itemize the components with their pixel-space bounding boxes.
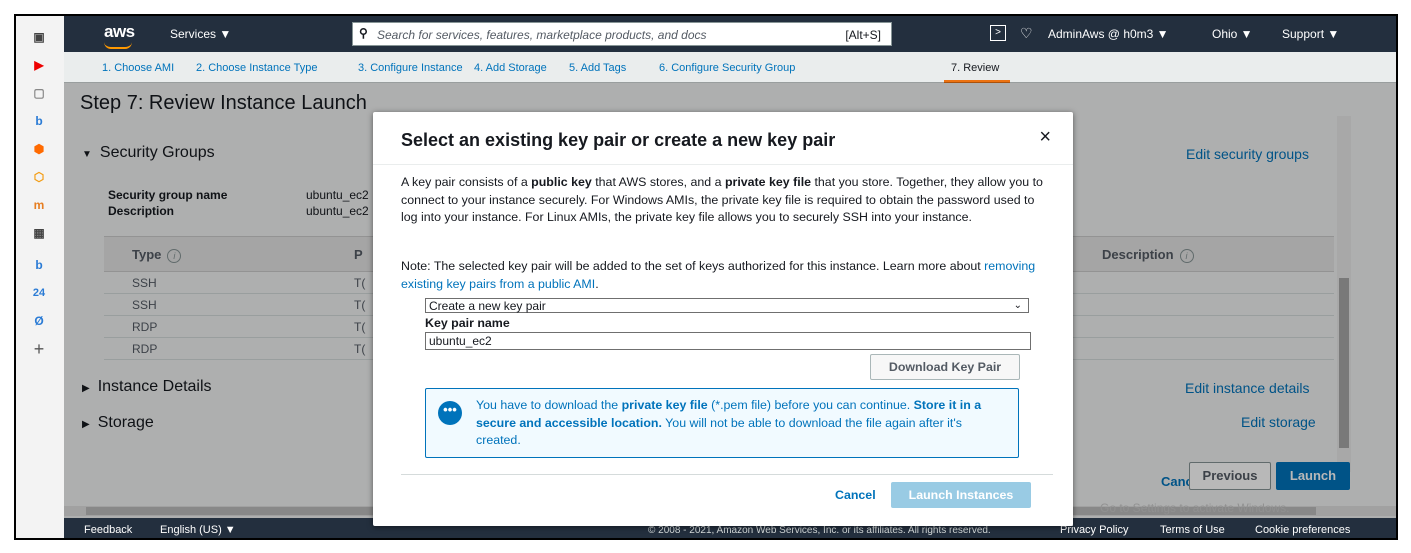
chevron-down-icon: ⌄	[1013, 300, 1022, 311]
key-pair-description: A key pair consists of a public key that…	[401, 175, 1043, 224]
key-pair-note: Note: The selected key pair will be adde…	[401, 259, 1036, 291]
tab-configure-instance[interactable]: 3. Configure Instance	[358, 62, 463, 74]
cube-icon[interactable]: ⬡	[30, 168, 48, 186]
tab-add-storage[interactable]: 4. Add Storage	[474, 62, 547, 74]
d-icon[interactable]: Ø	[30, 312, 48, 330]
tab-icon[interactable]: ▣	[30, 28, 48, 46]
region-menu[interactable]: Ohio ▼	[1212, 27, 1253, 41]
launch-instances-button[interactable]: Launch Instances	[891, 482, 1031, 508]
support-menu[interactable]: Support ▼	[1282, 27, 1339, 41]
youtube-icon[interactable]: ▶	[30, 56, 48, 74]
copyright: © 2008 - 2021, Amazon Web Services, Inc.…	[648, 525, 991, 536]
page-icon[interactable]: ▢	[30, 84, 48, 102]
tab-choose-instance-type[interactable]: 2. Choose Instance Type	[196, 62, 318, 74]
feedback-link[interactable]: Feedback	[84, 524, 132, 536]
key-pair-dialog: Select an existing key pair or create a …	[373, 112, 1073, 526]
cloudshell-icon[interactable]: >	[990, 25, 1006, 41]
search-icon: ⚲	[359, 26, 368, 40]
key-pair-select[interactable]: Create a new key pair ⌄	[425, 298, 1029, 313]
b2-icon[interactable]: b	[30, 256, 48, 274]
tab-review[interactable]: 7. Review	[951, 62, 999, 74]
box-icon[interactable]: ⬢	[30, 140, 48, 158]
search-placeholder: Search for services, features, marketpla…	[377, 28, 707, 42]
browser-frame: ▣ ▶ ▢ b ⬢ ⬡ m ▦ b 24 Ø + aws Services ▼ …	[14, 14, 1398, 540]
divider	[401, 474, 1053, 475]
search-shortcut: [Alt+S]	[845, 28, 881, 42]
select-value: Create a new key pair	[429, 299, 546, 313]
b-icon[interactable]: b	[30, 112, 48, 130]
cookie-preferences-link[interactable]: Cookie preferences	[1255, 524, 1350, 536]
top-navigation: aws Services ▼ ⚲ Search for services, fe…	[64, 16, 1396, 52]
dialog-cancel-button[interactable]: Cancel	[835, 488, 876, 502]
tab-choose-ami[interactable]: 1. Choose AMI	[102, 62, 174, 74]
alert-text: You have to download the private key fil…	[476, 398, 982, 447]
key-pair-name-label: Key pair name	[425, 316, 510, 330]
divider	[373, 164, 1073, 165]
notifications-icon[interactable]: ♡	[1020, 25, 1033, 42]
m-icon[interactable]: m	[30, 196, 48, 214]
aws-logo[interactable]: aws	[104, 22, 135, 42]
calc-icon[interactable]: ▦	[30, 224, 48, 242]
info-alert: ••• You have to download the private key…	[425, 388, 1019, 458]
browser-sidebar: ▣ ▶ ▢ b ⬢ ⬡ m ▦ b 24 Ø +	[16, 16, 65, 538]
services-menu[interactable]: Services ▼	[170, 27, 231, 41]
terms-link[interactable]: Terms of Use	[1160, 524, 1225, 536]
account-menu[interactable]: AdminAws @ h0m3 ▼	[1048, 27, 1169, 41]
plus-icon[interactable]: +	[30, 340, 48, 358]
wizard-steps: 1. Choose AMI 2. Choose Instance Type 3.…	[64, 52, 1396, 83]
dialog-title: Select an existing key pair or create a …	[401, 130, 836, 150]
download-key-pair-button[interactable]: Download Key Pair	[870, 354, 1020, 380]
aws-logo-smile	[104, 42, 132, 49]
language-selector[interactable]: English (US) ▼	[160, 524, 236, 536]
tab-add-tags[interactable]: 5. Add Tags	[569, 62, 626, 74]
key-pair-name-input[interactable]: ubuntu_ec2	[425, 332, 1031, 350]
search-input[interactable]: ⚲ Search for services, features, marketp…	[352, 22, 892, 46]
24-icon[interactable]: 24	[30, 284, 48, 302]
close-icon[interactable]: ×	[1039, 126, 1051, 149]
tab-configure-security-group[interactable]: 6. Configure Security Group	[659, 62, 795, 74]
chat-info-icon: •••	[438, 401, 462, 425]
